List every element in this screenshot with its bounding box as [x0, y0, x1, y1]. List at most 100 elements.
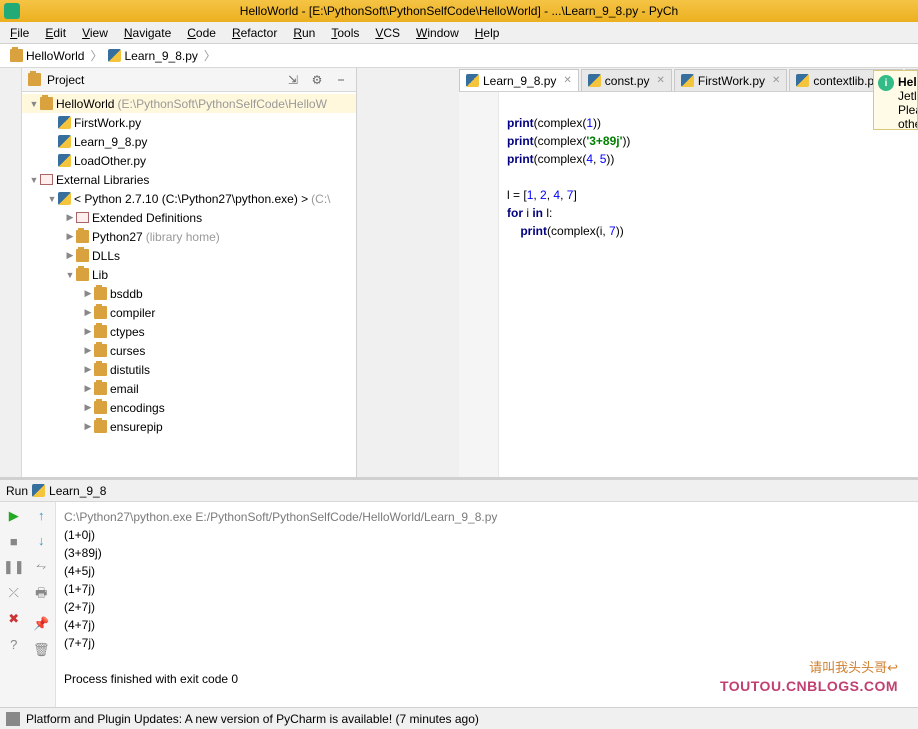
tree-arrow-icon[interactable]: ▼	[28, 175, 40, 185]
menu-code[interactable]: Code	[181, 24, 222, 42]
tree-arrow-icon[interactable]: ▶	[82, 288, 94, 299]
tree-row[interactable]: ▶distutils	[22, 360, 356, 379]
pin-icon[interactable]: 📌	[33, 616, 49, 632]
collapse-icon[interactable]: ⇲	[284, 71, 302, 89]
tree-row[interactable]: ▼< Python 2.7.10 (C:\Python27\python.exe…	[22, 189, 356, 208]
run-output[interactable]: C:\Python27\python.exe E:/PythonSoft/Pyt…	[56, 502, 918, 707]
folder-icon	[94, 363, 107, 376]
project-tree[interactable]: ▼HelloWorld(E:\PythonSoft\PythonSelfCode…	[22, 92, 356, 477]
wrap-icon[interactable]: ⥊	[36, 558, 46, 574]
menu-bar: FileEditViewNavigateCodeRefactorRunTools…	[0, 22, 918, 44]
output-line: (1+7j)	[64, 580, 910, 598]
notification-balloon[interactable]: i Help Jetl Plea othe	[873, 70, 918, 130]
pause-icon[interactable]: ❚❚	[3, 559, 25, 575]
project-tool-window: Project ⇲ ⚙ ⎯ ▼HelloWorld(E:\PythonSoft\…	[22, 68, 357, 477]
output-line: (2+7j)	[64, 598, 910, 616]
window-title: HelloWorld - [E:\PythonSoft\PythonSelfCo…	[240, 4, 678, 18]
menu-help[interactable]: Help	[469, 24, 506, 42]
up-icon[interactable]: ↑	[38, 508, 45, 523]
tree-arrow-icon[interactable]: ▶	[82, 402, 94, 413]
code-editor[interactable]: print(complex(1))print(complex('3+89j'))…	[459, 92, 918, 477]
tree-arrow-icon[interactable]: ▼	[46, 194, 58, 204]
exit-icon[interactable]: ⤫	[9, 585, 19, 601]
python-icon	[588, 74, 601, 87]
menu-navigate[interactable]: Navigate	[118, 24, 177, 42]
tree-row[interactable]: ▶ctypes	[22, 322, 356, 341]
help-icon[interactable]: ?	[10, 637, 17, 652]
python-icon	[796, 74, 809, 87]
run-tool-window: Run Learn_9_8 ▶ ■ ❚❚ ⤫ ✖ ? ↑ ↓ ⥊ 🖶 📌 🗑	[0, 477, 918, 707]
folder-icon	[40, 97, 53, 110]
tree-row[interactable]: Learn_9_8.py	[22, 132, 356, 151]
tree-row[interactable]: ▶curses	[22, 341, 356, 360]
folder-icon	[94, 420, 107, 433]
output-line: (4+5j)	[64, 562, 910, 580]
tree-arrow-icon[interactable]: ▶	[82, 364, 94, 375]
left-gutter	[0, 68, 22, 477]
menu-file[interactable]: File	[4, 24, 35, 42]
tab-close-icon[interactable]: ✕	[657, 75, 665, 86]
tree-row[interactable]: ▶bsddb	[22, 284, 356, 303]
editor-tab[interactable]: const.py✕	[581, 69, 672, 91]
folder-icon	[10, 49, 23, 62]
menu-run[interactable]: Run	[287, 24, 321, 42]
python-icon	[681, 74, 694, 87]
tree-row[interactable]: ▶DLLs	[22, 246, 356, 265]
tree-arrow-icon[interactable]: ▶	[82, 345, 94, 356]
tree-row[interactable]: ▶Python27(library home)	[22, 227, 356, 246]
tree-row[interactable]: FirstWork.py	[22, 113, 356, 132]
tree-arrow-icon[interactable]: ▶	[64, 231, 76, 242]
tree-row[interactable]: ▼External Libraries	[22, 170, 356, 189]
menu-window[interactable]: Window	[410, 24, 465, 42]
tree-arrow-icon[interactable]: ▶	[82, 383, 94, 394]
tree-arrow-icon[interactable]: ▼	[28, 99, 40, 109]
menu-edit[interactable]: Edit	[39, 24, 72, 42]
python-icon	[466, 74, 479, 87]
tree-arrow-icon[interactable]: ▶	[82, 326, 94, 337]
tree-arrow-icon[interactable]: ▶	[82, 307, 94, 318]
tree-row[interactable]: ▶email	[22, 379, 356, 398]
tree-row[interactable]: ▼Lib	[22, 265, 356, 284]
print-icon[interactable]: 🖶	[35, 584, 47, 606]
folder-icon	[76, 249, 89, 262]
menu-refactor[interactable]: Refactor	[226, 24, 283, 42]
tree-row[interactable]: ▶ensurepip	[22, 417, 356, 436]
status-icon[interactable]	[6, 712, 20, 726]
folder-icon	[94, 382, 107, 395]
status-bar: Platform and Plugin Updates: A new versi…	[0, 707, 918, 729]
breadcrumb: HelloWorld〉Learn_9_8.py〉	[0, 44, 918, 68]
editor-tab[interactable]: FirstWork.py✕	[674, 69, 788, 91]
down-icon[interactable]: ↓	[38, 533, 45, 548]
code-text[interactable]: print(complex(1))print(complex('3+89j'))…	[499, 92, 638, 477]
tree-arrow-icon[interactable]: ▼	[64, 270, 76, 280]
tree-row[interactable]: ▶compiler	[22, 303, 356, 322]
editor-tab[interactable]: Learn_9_8.py✕	[459, 69, 579, 91]
tab-close-icon[interactable]: ✕	[563, 75, 571, 86]
window-titlebar: HelloWorld - [E:\PythonSoft\PythonSelfCo…	[0, 0, 918, 22]
close-icon[interactable]: ✖	[8, 611, 19, 627]
rerun-icon[interactable]: ▶	[9, 508, 19, 524]
tree-row[interactable]: ▶Extended Definitions	[22, 208, 356, 227]
tree-row[interactable]: ▼HelloWorld(E:\PythonSoft\PythonSelfCode…	[22, 94, 356, 113]
menu-view[interactable]: View	[76, 24, 114, 42]
gear-icon[interactable]: ⚙	[308, 71, 326, 89]
tree-arrow-icon[interactable]: ▶	[64, 250, 76, 261]
lib-icon	[76, 212, 89, 223]
folder-icon	[76, 268, 89, 281]
tree-row[interactable]: LoadOther.py	[22, 151, 356, 170]
folder-icon	[94, 306, 107, 319]
tree-arrow-icon[interactable]: ▶	[82, 421, 94, 432]
tree-arrow-icon[interactable]: ▶	[64, 212, 76, 223]
tree-row[interactable]: ▶encodings	[22, 398, 356, 417]
stop-icon[interactable]: ■	[10, 534, 18, 549]
folder-icon	[94, 325, 107, 338]
trash-icon[interactable]: 🗑	[33, 642, 50, 658]
hide-icon[interactable]: ⎯	[332, 71, 350, 89]
menu-vcs[interactable]: VCS	[369, 24, 406, 42]
tab-close-icon[interactable]: ✕	[772, 75, 780, 86]
menu-tools[interactable]: Tools	[325, 24, 365, 42]
py-icon	[58, 135, 71, 148]
breadcrumb-item[interactable]: HelloWorld	[6, 48, 88, 64]
breadcrumb-item[interactable]: Learn_9_8.py	[104, 48, 201, 64]
main-area: Project ⇲ ⚙ ⎯ ▼HelloWorld(E:\PythonSoft\…	[0, 68, 918, 477]
